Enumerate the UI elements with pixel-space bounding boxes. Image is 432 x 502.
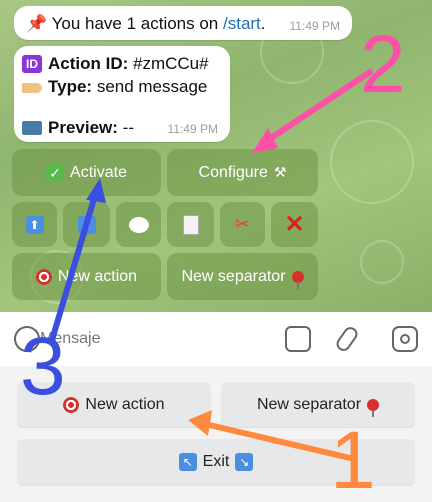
inline-new-action-button[interactable]: New action bbox=[12, 253, 161, 300]
inline-new-separator-label: New separator bbox=[181, 267, 286, 285]
hammer-and-pick-icon: ⚒ bbox=[273, 164, 287, 180]
exit-button[interactable]: ↖ Exit ↘ bbox=[17, 439, 415, 485]
message-text: 📌 You have 1 actions on /start. bbox=[26, 14, 266, 34]
emoji-icon[interactable] bbox=[14, 326, 40, 352]
action-id-line: ID Action ID: #zmCCu# bbox=[22, 54, 209, 74]
exit-label: Exit bbox=[202, 453, 230, 470]
inline-new-action-label: New action bbox=[57, 267, 138, 285]
configure-button[interactable]: Configure ⚒ bbox=[167, 149, 318, 196]
type-line: Type: send message bbox=[22, 77, 207, 97]
arrow-down-right-icon: ↘ bbox=[235, 453, 254, 471]
inline-new-separator-button[interactable]: New separator bbox=[167, 253, 318, 300]
direct-hit-target-icon bbox=[63, 396, 80, 413]
doodle bbox=[330, 120, 414, 204]
doodle bbox=[360, 240, 404, 284]
round-pushpin-icon bbox=[291, 270, 304, 289]
message-time: 11:49 PM bbox=[167, 122, 218, 136]
document-icon bbox=[182, 214, 199, 235]
document-button[interactable] bbox=[167, 202, 214, 247]
scissors-icon: ✂ bbox=[234, 214, 251, 234]
message-bubble: 📌 You have 1 actions on /start. 11:49 PM bbox=[14, 6, 352, 40]
arrow-up-left-icon: ↖ bbox=[178, 453, 197, 471]
label-tag-icon bbox=[22, 83, 42, 93]
paperclip-icon[interactable] bbox=[333, 324, 361, 354]
preview-label: Preview: bbox=[48, 118, 118, 137]
cross-mark-icon: ✕ bbox=[284, 211, 305, 238]
action-id-label: Action ID: bbox=[48, 54, 129, 73]
chat-background: 📌 You have 1 actions on /start. 11:49 PM… bbox=[0, 0, 432, 312]
type-label: Type: bbox=[48, 77, 93, 96]
action-id-value: #zmCCu# bbox=[133, 54, 209, 73]
delete-button[interactable]: ✕ bbox=[271, 202, 318, 247]
type-value: send message bbox=[96, 77, 208, 96]
camera-icon[interactable] bbox=[392, 326, 418, 352]
pushpin-icon: 📌 bbox=[26, 14, 48, 33]
folder-icon bbox=[22, 121, 42, 135]
configure-label: Configure bbox=[198, 163, 268, 181]
scissors-button[interactable]: ✂ bbox=[220, 202, 265, 247]
activate-button[interactable]: ✓ Activate bbox=[12, 149, 161, 196]
activate-label: Activate bbox=[70, 163, 127, 181]
reply-new-action-label: New action bbox=[85, 395, 165, 413]
round-pushpin-icon bbox=[367, 398, 380, 417]
start-command-link[interactable]: /start bbox=[223, 14, 261, 33]
reply-new-separator-button[interactable]: New separator bbox=[221, 382, 415, 427]
reply-new-separator-label: New separator bbox=[256, 395, 362, 413]
move-down-button[interactable]: ⬇ bbox=[63, 202, 110, 247]
message-text-before: You have 1 actions on bbox=[51, 14, 223, 33]
preview-value: -- bbox=[122, 118, 134, 137]
message-bubble: ID Action ID: #zmCCu# Type: send message… bbox=[14, 46, 230, 142]
arrow-up-icon: ⬆ bbox=[25, 215, 44, 234]
message-composer bbox=[0, 312, 432, 366]
message-time: 11:49 PM bbox=[289, 19, 340, 33]
message-text-after: . bbox=[260, 14, 266, 33]
bot-keyboard-icon[interactable] bbox=[285, 326, 311, 352]
speech-bubble-icon bbox=[128, 216, 149, 233]
move-up-button[interactable]: ⬆ bbox=[12, 202, 57, 247]
comment-button[interactable] bbox=[116, 202, 161, 247]
id-icon: ID bbox=[22, 55, 42, 73]
arrow-down-icon: ⬇ bbox=[77, 215, 96, 234]
check-mark-icon: ✓ bbox=[46, 163, 65, 182]
reply-new-action-button[interactable]: New action bbox=[17, 382, 211, 427]
direct-hit-target-icon bbox=[35, 268, 52, 285]
preview-line: Preview: -- bbox=[22, 118, 134, 138]
message-input[interactable] bbox=[40, 330, 260, 348]
